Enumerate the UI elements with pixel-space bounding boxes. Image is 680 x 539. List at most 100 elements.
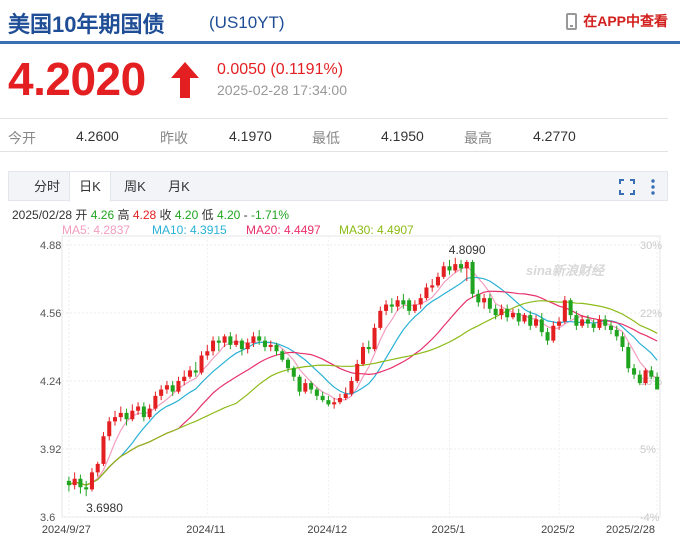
candle-body (632, 368, 637, 375)
candle-body (580, 319, 585, 326)
y-tick-label: 4.56 (40, 308, 61, 320)
candle-body (130, 410, 135, 420)
candle-body (170, 385, 175, 392)
candle-body (147, 408, 152, 418)
candle-body (614, 330, 619, 337)
candle-body (522, 315, 527, 322)
candle-body (620, 336, 625, 347)
candle-body (655, 376, 660, 390)
pct-tick-label: 22% (640, 308, 662, 320)
candle-body (603, 319, 608, 326)
candle-body (239, 340, 244, 350)
candle-body (389, 304, 394, 307)
candle-body (557, 321, 562, 326)
candle-body (303, 383, 308, 392)
candle-body (568, 300, 573, 316)
candle-body (649, 370, 654, 377)
candle-body (643, 370, 648, 384)
candle-body (505, 308, 510, 318)
y-tick-label: 4.24 (40, 376, 61, 388)
x-tick-label: 2024/11 (186, 524, 225, 536)
candle-body (459, 264, 464, 269)
y-tick-label: 3.92 (40, 444, 61, 456)
candle-body (182, 376, 187, 381)
candle-body (407, 300, 412, 311)
candle-body (337, 398, 342, 403)
candle-body (320, 395, 325, 401)
candle-body (343, 393, 348, 398)
candle-body (562, 300, 567, 322)
candle-body (326, 400, 331, 405)
candle-body (545, 332, 550, 341)
candle-body (107, 421, 112, 437)
x-tick-label: 2024/9/27 (42, 524, 91, 536)
candle-body (597, 319, 602, 328)
candle-body (118, 412, 123, 418)
candle-body (153, 395, 158, 409)
candle-body (84, 487, 89, 490)
candle-body (101, 436, 106, 464)
candle-body (205, 351, 210, 356)
candle-body (332, 402, 337, 405)
x-tick-label: 2025/2/28 (606, 524, 655, 536)
candle-body (435, 276, 440, 286)
pct-tick-label: 30% (640, 240, 662, 252)
ma30-line (68, 300, 658, 486)
candle-body (441, 266, 446, 277)
candle-body (608, 325, 613, 330)
candle-body (510, 313, 515, 318)
pct-tick-label: 5% (640, 444, 656, 456)
candle-body (113, 417, 118, 422)
candle-body (378, 310, 383, 328)
y-tick-label: 3.6 (40, 512, 55, 524)
candle-body (314, 389, 319, 396)
candle-body (268, 344, 273, 347)
candle-body (585, 319, 590, 324)
candle-body (384, 304, 389, 311)
candle-body (228, 336, 233, 345)
candle-body (141, 406, 146, 418)
candle-body (401, 300, 406, 305)
candle-body (626, 347, 631, 369)
candle-body (251, 336, 256, 343)
candle-body (72, 478, 77, 486)
candle-body (78, 478, 83, 488)
candle-body (574, 315, 579, 326)
candle-body (551, 325, 556, 341)
y-tick-label: 4.88 (40, 240, 61, 252)
candle-body (187, 370, 193, 377)
candle-body (499, 308, 504, 316)
x-tick-label: 2025/1 (432, 524, 466, 536)
candle-body (464, 262, 469, 269)
candle-body (66, 480, 71, 486)
ma5-line (68, 265, 658, 486)
candle-body (280, 351, 285, 360)
candle-body (216, 340, 221, 343)
x-tick-label: 2025/2 (541, 524, 575, 536)
candle-body (355, 364, 360, 381)
candle-body (360, 347, 366, 364)
candle-body (395, 300, 400, 307)
candle-body (124, 412, 129, 420)
candle-body (476, 293, 481, 303)
candle-body (637, 374, 642, 384)
candle-body (89, 472, 94, 490)
candle-body (493, 308, 498, 316)
candle-body (164, 385, 169, 390)
candle-body (234, 340, 239, 345)
candle-body (286, 359, 291, 369)
candle-body (372, 327, 377, 350)
x-tick-label: 2024/12 (307, 524, 347, 536)
candle-body (222, 336, 227, 343)
candle-body (95, 463, 100, 473)
candle-body (349, 381, 354, 394)
candle-body (470, 262, 475, 294)
candle-body (136, 406, 141, 411)
annotation-high: 4.8090 (449, 243, 486, 257)
candle-body (274, 344, 279, 352)
plot-frame (61, 235, 661, 518)
candle-body (262, 340, 267, 347)
candlestick-chart: 4.88 30%4.56 22%4.24 13%3.92 5%3.6 -4%2024/9/… (40, 235, 662, 536)
candle-body (539, 319, 544, 333)
candle-body (257, 336, 262, 341)
